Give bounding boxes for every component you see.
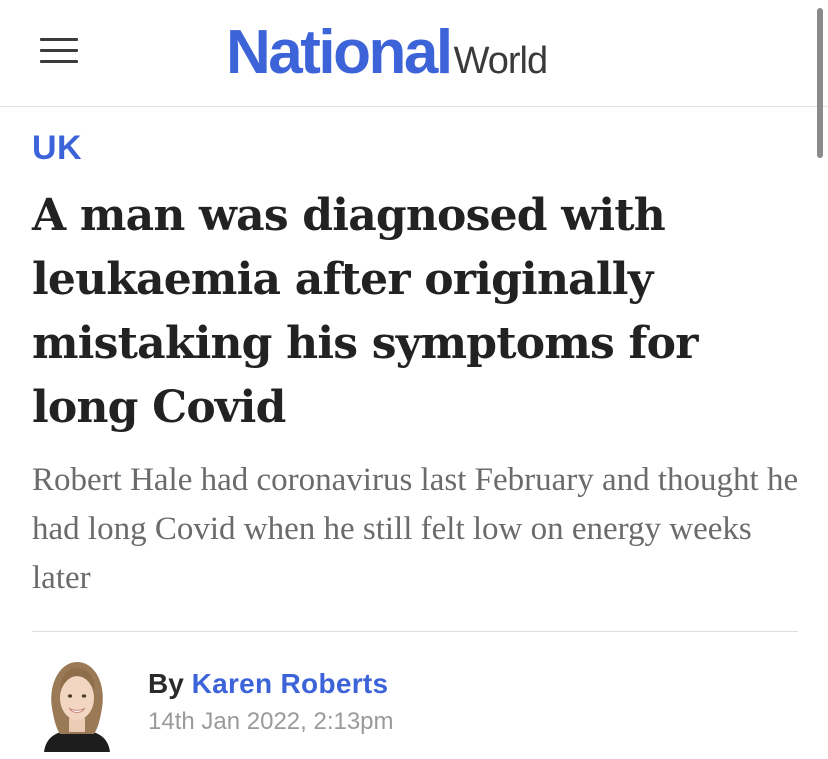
author-link[interactable]: Karen Roberts	[192, 668, 389, 699]
section-link-uk[interactable]: UK	[32, 129, 82, 168]
logo-national-text: National	[226, 18, 453, 87]
article-standfirst: Robert Hale had coronavirus last Februar…	[32, 462, 799, 596]
author-avatar[interactable]	[40, 656, 114, 752]
byline: By Karen Roberts	[148, 668, 388, 700]
scrollbar-thumb[interactable]	[817, 8, 823, 158]
site-header: National World	[0, 0, 828, 107]
hamburger-menu-icon[interactable]	[40, 38, 78, 64]
menu-bar	[40, 60, 78, 63]
article-headline: A man was diagnosed with leukaemia after…	[32, 190, 698, 433]
byline-prefix: By	[148, 668, 184, 699]
publish-timestamp: 14th Jan 2022, 2:13pm	[148, 708, 394, 735]
logo-world-text: World	[453, 40, 549, 82]
site-logo[interactable]: National World	[226, 13, 548, 93]
menu-bar	[40, 38, 78, 41]
menu-bar	[40, 49, 78, 52]
divider	[32, 631, 798, 632]
